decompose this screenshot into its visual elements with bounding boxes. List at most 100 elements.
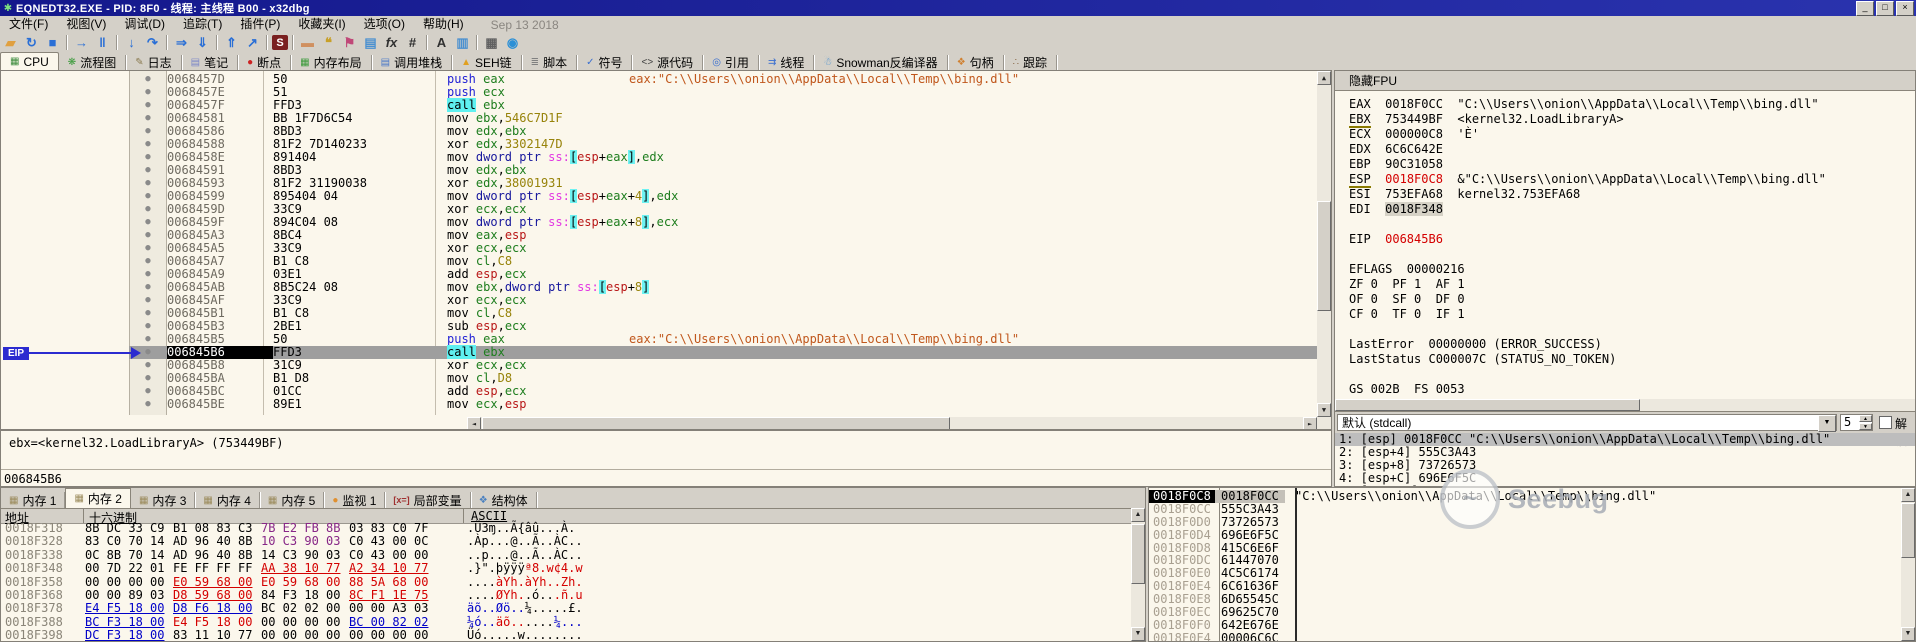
close-button[interactable]: × xyxy=(1896,1,1914,16)
pause-icon[interactable]: ‖ xyxy=(93,34,112,51)
disasm-row[interactable]: ●00684599895404 04mov dword ptr ss:[esp+… xyxy=(129,190,1319,203)
menu-item-7[interactable]: 帮助(H) xyxy=(414,16,473,33)
disasm-row[interactable]: ●006845BAB1 D8mov cl,D8 xyxy=(129,372,1319,385)
tab-handles[interactable]: ❖句柄 xyxy=(948,55,1004,70)
tab-cpu[interactable]: ▦CPU xyxy=(0,52,59,70)
font-icon[interactable]: A xyxy=(432,34,451,51)
step-down-icon[interactable]: ⇓ xyxy=(193,34,212,51)
hex-row[interactable]: 0018F36800 00 89 03D8 59 68 0084 F3 18 0… xyxy=(1,589,1121,602)
breakpoint-dot-icon[interactable]: ● xyxy=(129,151,167,164)
breakpoint-dot-icon[interactable]: ● xyxy=(129,307,167,320)
patch-icon[interactable]: ▬ xyxy=(298,34,317,51)
breakpoint-dot-icon[interactable]: ● xyxy=(129,177,167,190)
tab-threads[interactable]: ⇉线程 xyxy=(759,55,814,70)
run-to-cursor-icon[interactable]: ⇒ xyxy=(172,34,191,51)
disasm-row[interactable]: ●006845B1B1 C8mov cl,C8 xyxy=(129,307,1319,320)
dump-tab-memory-5[interactable]: ▦内存 5 xyxy=(260,492,324,508)
hex-row[interactable]: 0018F34800 7D 22 01FE FF FF FFAA 38 10 7… xyxy=(1,562,1121,575)
breakpoint-dot-icon[interactable]: ● xyxy=(129,398,167,411)
unlock-checkbox[interactable] xyxy=(1879,416,1892,429)
register-row[interactable]: LastStatus C000007C (STATUS_NO_TOKEN) xyxy=(1349,352,1909,367)
step-into-icon[interactable]: ↓ xyxy=(122,34,141,51)
maximize-button[interactable]: □ xyxy=(1876,1,1894,16)
tab-seh[interactable]: ▲SEH链 xyxy=(452,55,522,70)
label-icon[interactable]: ⚑ xyxy=(340,34,359,51)
calling-convention-select[interactable]: 默认 (stdcall) ▼ xyxy=(1337,414,1837,431)
breakpoint-dot-icon[interactable]: ● xyxy=(129,125,167,138)
scroll-down-icon[interactable]: ▼ xyxy=(1317,403,1331,417)
disassembly-pane[interactable]: ●0068457D50push eaxeax:"C:\\Users\\onion… xyxy=(0,70,1332,430)
logging-stop-icon[interactable]: S xyxy=(272,35,288,50)
scroll-up-icon[interactable]: ▲ xyxy=(1131,508,1145,522)
menu-item-0[interactable]: 文件(F) xyxy=(0,16,57,33)
run-icon[interactable]: → xyxy=(72,34,91,51)
register-row[interactable]: ESP 0018F0C8 &"C:\\Users\\onion\\AppData… xyxy=(1349,172,1909,187)
function-icon[interactable]: fx xyxy=(382,34,401,51)
menu-item-3[interactable]: 追踪(T) xyxy=(174,16,231,33)
registers-hscrollbar[interactable] xyxy=(1335,399,1916,411)
scroll-up-icon[interactable]: ▲ xyxy=(1901,488,1915,502)
tab-call-stack[interactable]: ▤调用堆栈 xyxy=(372,55,452,70)
menu-item-6[interactable]: 选项(O) xyxy=(355,16,414,33)
stack-row[interactable]: 0018F0F400006C6C xyxy=(1149,632,1889,642)
register-row[interactable] xyxy=(1349,322,1909,337)
registers-pane[interactable]: 隐藏FPU EAX 0018F0CC "C:\\Users\\onion\\Ap… xyxy=(1334,70,1916,487)
register-row[interactable]: CF 0 TF 0 IF 1 xyxy=(1349,307,1909,322)
register-row[interactable]: OF 0 SF 0 DF 0 xyxy=(1349,292,1909,307)
stack-vscroll-thumb[interactable] xyxy=(1901,503,1915,558)
disasm-row[interactable]: ●006845BC01CCadd esp,ecx xyxy=(129,385,1319,398)
tab-memory-map[interactable]: ▦内存布局 xyxy=(291,55,371,70)
dump-tab-watch-1[interactable]: ●监视 1 xyxy=(324,492,385,508)
register-row[interactable]: EAX 0018F0CC "C:\\Users\\onion\\AppData\… xyxy=(1349,97,1909,112)
preview-icon[interactable]: ▥ xyxy=(453,34,472,51)
dump-tab-memory-3[interactable]: ▦内存 3 xyxy=(131,492,195,508)
register-row[interactable]: EIP 006845B6 xyxy=(1349,232,1909,247)
minimize-button[interactable]: _ xyxy=(1856,1,1874,16)
disasm-row[interactable]: ●0068459F894C04 08mov dword ptr ss:[esp+… xyxy=(129,216,1319,229)
chevron-down-icon[interactable]: ▼ xyxy=(1818,415,1836,432)
register-row[interactable]: EFLAGS 00000216 xyxy=(1349,262,1909,277)
breakpoint-dot-icon[interactable]: ● xyxy=(129,216,167,229)
scroll-up-icon[interactable]: ▲ xyxy=(1317,71,1331,85)
hide-fpu-button[interactable]: 隐藏FPU xyxy=(1335,71,1915,91)
breakpoint-dot-icon[interactable]: ● xyxy=(129,229,167,242)
tab-source[interactable]: <>源代码 xyxy=(632,55,703,70)
register-row[interactable]: EBP 90C31058 xyxy=(1349,157,1909,172)
register-row[interactable]: ECX 000000C8 'È' xyxy=(1349,127,1909,142)
breakpoint-dot-icon[interactable]: ● xyxy=(129,281,167,294)
menu-item-2[interactable]: 调试(D) xyxy=(115,16,174,33)
hex-row[interactable]: 0018F3380C 8B 70 14AD 96 40 8B14 C3 90 0… xyxy=(1,549,1121,562)
register-row[interactable]: EBX 753449BF <kernel32.LoadLibraryA> xyxy=(1349,112,1909,127)
calculator-icon[interactable]: ▦ xyxy=(482,34,501,51)
scroll-right-icon[interactable]: ► xyxy=(1303,417,1317,430)
register-row[interactable]: GS 002B FS 0053 xyxy=(1349,382,1909,397)
register-row[interactable]: LastError 00000000 (ERROR_SUCCESS) xyxy=(1349,337,1909,352)
register-row[interactable] xyxy=(1349,217,1909,232)
tab-trace[interactable]: ∴跟踪 xyxy=(1004,55,1057,70)
register-row[interactable] xyxy=(1349,367,1909,382)
globe-icon[interactable]: ◉ xyxy=(503,34,522,51)
tab-symbols[interactable]: ✓符号 xyxy=(577,55,632,70)
breakpoint-dot-icon[interactable]: ● xyxy=(129,359,167,372)
breakpoint-dot-icon[interactable]: ● xyxy=(129,242,167,255)
scroll-down-icon[interactable]: ▼ xyxy=(1131,627,1145,641)
disasm-row[interactable]: ●006845A38BC4mov eax,esp xyxy=(129,229,1319,242)
breakpoint-dot-icon[interactable]: ● xyxy=(129,320,167,333)
stop-icon[interactable]: ■ xyxy=(43,34,62,51)
hex-row[interactable]: 0018F378E4 F5 18 00D8 F6 18 00BC 02 02 0… xyxy=(1,602,1121,615)
hex-row[interactable]: 0018F32883 C0 70 14AD 96 40 8B10 C3 90 0… xyxy=(1,535,1121,548)
disasm-row[interactable]: ●0068458E891404mov dword ptr ss:[esp+eax… xyxy=(129,151,1319,164)
bookmark-icon[interactable]: ▤ xyxy=(361,34,380,51)
menu-item-5[interactable]: 收藏夹(I) xyxy=(289,16,354,33)
disasm-row[interactable]: ●0068457D50push eaxeax:"C:\\Users\\onion… xyxy=(129,73,1319,86)
breakpoint-dot-icon[interactable]: ● xyxy=(129,333,167,346)
arg-count-stepper[interactable]: 5 ▲ ▼ xyxy=(1840,414,1873,431)
breakpoint-dot-icon[interactable]: ● xyxy=(129,294,167,307)
step-over-icon[interactable]: ↷ xyxy=(143,34,162,51)
stack-row[interactable]: 0018F0F0642E676E xyxy=(1149,619,1889,632)
dump-tab-memory-2[interactable]: ▦内存 2 xyxy=(65,488,130,508)
register-row[interactable]: ZF 0 PF 1 AF 1 xyxy=(1349,277,1909,292)
stack-row[interactable]: 0018F0EC69625C70 xyxy=(1149,606,1889,619)
hex-row[interactable]: 0018F35800 00 00 00E0 59 68 00E0 59 68 0… xyxy=(1,576,1121,589)
scroll-down-icon[interactable]: ▼ xyxy=(1901,627,1915,641)
